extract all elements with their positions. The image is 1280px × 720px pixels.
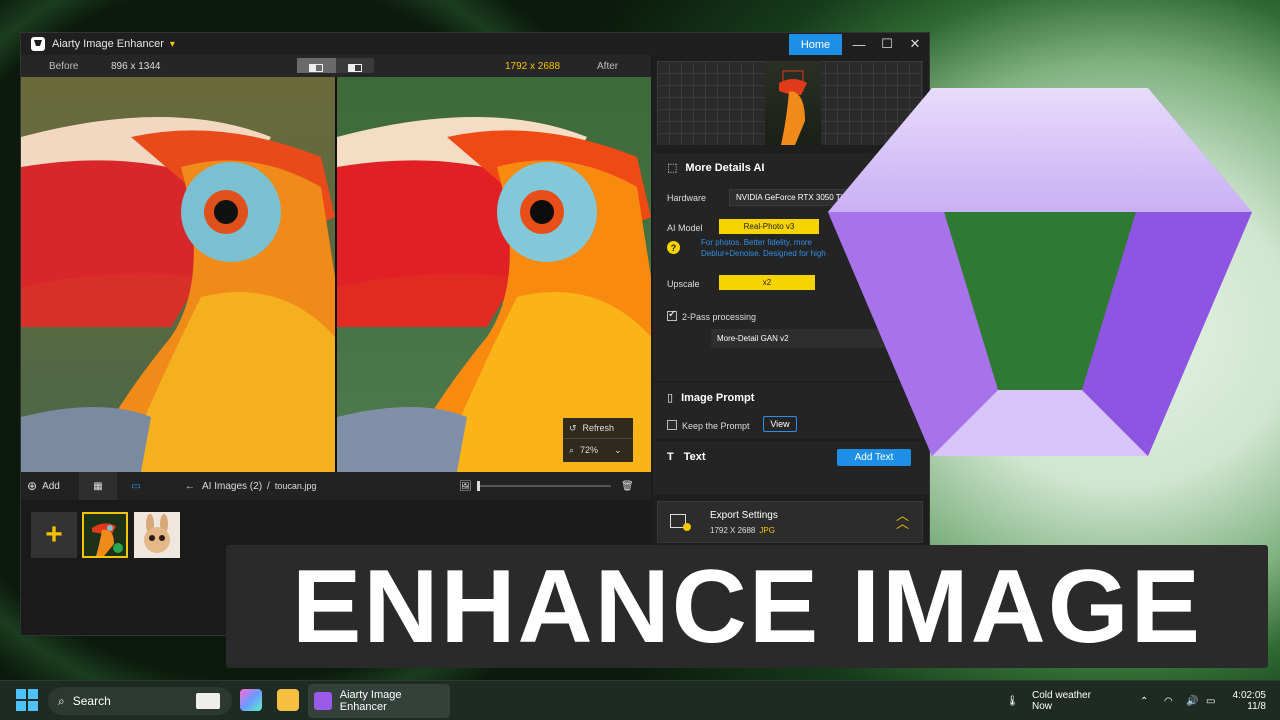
ai-model-label: AI Model <box>667 223 703 233</box>
chevron-up-icon[interactable]: ⌃ <box>1140 681 1148 720</box>
chevron-down-icon: ⌄ <box>614 444 622 455</box>
upscale-label: Upscale <box>667 279 700 289</box>
side-by-side-icon <box>347 64 362 72</box>
thumbnail-toucan[interactable] <box>82 512 128 558</box>
search-highlight-icon <box>196 693 220 709</box>
breadcrumb-separator: / <box>267 480 270 492</box>
banner-text: ENHANCE IMAGE <box>291 548 1203 665</box>
view-mode-toggle[interactable] <box>297 58 374 73</box>
after-label: After <box>597 61 619 72</box>
wifi-icon[interactable]: ◠ <box>1164 681 1173 720</box>
clock[interactable]: 4:02:05 11/8 <box>1228 681 1266 720</box>
maximize-button[interactable]: ☐ <box>873 35 901 53</box>
thermometer-icon: 🌡 <box>1006 695 1019 707</box>
taskbar: ⌕ Search Aiarty Image Enhancer 🌡 Cold wea… <box>0 680 1280 720</box>
navigator-thumbnail <box>765 61 821 145</box>
after-dimensions: 1792 x 2688 <box>505 61 561 72</box>
keep-prompt-checkbox[interactable] <box>667 420 677 430</box>
taskbar-app-aiarty[interactable]: Aiarty Image Enhancer <box>308 684 450 718</box>
filmstrip-icon: ▭ <box>131 480 141 492</box>
add-image-button[interactable]: + <box>31 512 77 558</box>
weather-widget[interactable]: Cold weather Now <box>1032 681 1091 720</box>
grid-icon: ▦ <box>93 480 103 492</box>
back-arrow-icon[interactable]: ← <box>185 481 195 492</box>
ai-model-select[interactable]: Real-Photo v3 <box>719 219 819 234</box>
zoom-dropdown[interactable]: ⌕ 72% ⌄ <box>563 439 633 461</box>
file-toolbar: ⊕ Add ▦ ▭ ← AI Images (2) / toucan.jpg 🖼 … <box>21 472 651 500</box>
aiarty-logo <box>828 88 1252 456</box>
keep-prompt-row[interactable]: Keep the Prompt <box>667 420 750 431</box>
breadcrumb: ← AI Images (2) / toucan.jpg <box>185 472 316 500</box>
enhance-icon: ⬚ <box>667 162 678 174</box>
section-header: ⬚ More Details AI <box>667 161 765 175</box>
search-icon: ⌕ <box>58 693 65 708</box>
section-header: ▯ Image Prompt <box>667 391 755 405</box>
after-image[interactable] <box>337 77 651 472</box>
side-by-side-button[interactable] <box>336 58 375 73</box>
start-button[interactable] <box>16 689 38 711</box>
before-image[interactable] <box>21 77 335 472</box>
battery-icon[interactable]: ▭ <box>1206 681 1215 720</box>
thumbnail-bunny[interactable] <box>134 512 180 558</box>
export-summary: 1792 X 2688 JPG <box>710 526 775 535</box>
add-button[interactable]: ⊕ Add <box>27 472 60 500</box>
help-icon[interactable]: ? <box>667 241 680 254</box>
section-header: T Text <box>667 451 706 463</box>
two-pass-checkbox[interactable] <box>667 309 677 321</box>
upscale-select[interactable]: x2 <box>719 275 815 290</box>
image-icon: 🖼 <box>459 480 472 492</box>
compare-bar: Before 896 x 1344 1792 x 2688 After <box>21 55 651 77</box>
refresh-button[interactable]: ↺ Refresh <box>563 418 633 439</box>
hardware-row: Hardware NVIDIA GeForce RTX 3050 Ti <box>667 189 909 206</box>
copilot-icon[interactable] <box>240 689 262 711</box>
minimize-button[interactable]: — <box>845 35 873 53</box>
volume-icon[interactable]: 🔊 <box>1186 681 1198 720</box>
export-settings-icon <box>670 514 691 531</box>
zoom-slider[interactable] <box>477 472 611 500</box>
title-banner: ENHANCE IMAGE <box>226 545 1268 668</box>
grid-view-button[interactable]: ▦ <box>79 472 117 500</box>
title-bar: Aiarty Image Enhancer ▾ Home — ☐ ✕ <box>21 33 929 55</box>
split-view-button[interactable] <box>297 58 336 73</box>
zoom-icon: ⌕ <box>569 444 575 455</box>
two-pass-row[interactable]: 2-Pass processing <box>667 309 756 322</box>
search-box[interactable]: ⌕ Search <box>48 687 232 715</box>
file-explorer-icon[interactable] <box>277 689 299 711</box>
before-dimensions: 896 x 1344 <box>111 61 161 72</box>
export-settings[interactable]: Export Settings 1792 X 2688 JPG ︿ ︿ <box>657 501 923 543</box>
text-icon: T <box>667 451 674 463</box>
refresh-icon: ↺ <box>569 422 577 433</box>
export-title: Export Settings <box>710 510 778 521</box>
close-button[interactable]: ✕ <box>901 35 929 53</box>
document-icon: ▯ <box>667 392 674 404</box>
split-view-icon <box>309 64 324 72</box>
chevron-up-double-icon[interactable]: ︿ ︿ <box>896 509 909 530</box>
filmstrip-view-button[interactable]: ▭ <box>121 472 151 500</box>
window-title: Aiarty Image Enhancer <box>52 38 164 50</box>
view-prompt-button[interactable]: View <box>763 416 797 432</box>
aiarty-app-icon <box>314 692 332 710</box>
home-button[interactable]: Home <box>789 34 842 55</box>
before-label: Before <box>49 61 79 72</box>
app-logo-icon <box>31 37 45 51</box>
zoom-controls: ↺ Refresh ⌕ 72% ⌄ <box>563 418 633 462</box>
breadcrumb-file: toucan.jpg <box>274 481 317 491</box>
add-icon: ⊕ <box>27 479 38 493</box>
breadcrumb-root[interactable]: AI Images (2) <box>202 481 262 492</box>
trash-icon[interactable]: 🗑 <box>621 472 634 500</box>
chevron-down-icon[interactable]: ▾ <box>170 39 175 50</box>
